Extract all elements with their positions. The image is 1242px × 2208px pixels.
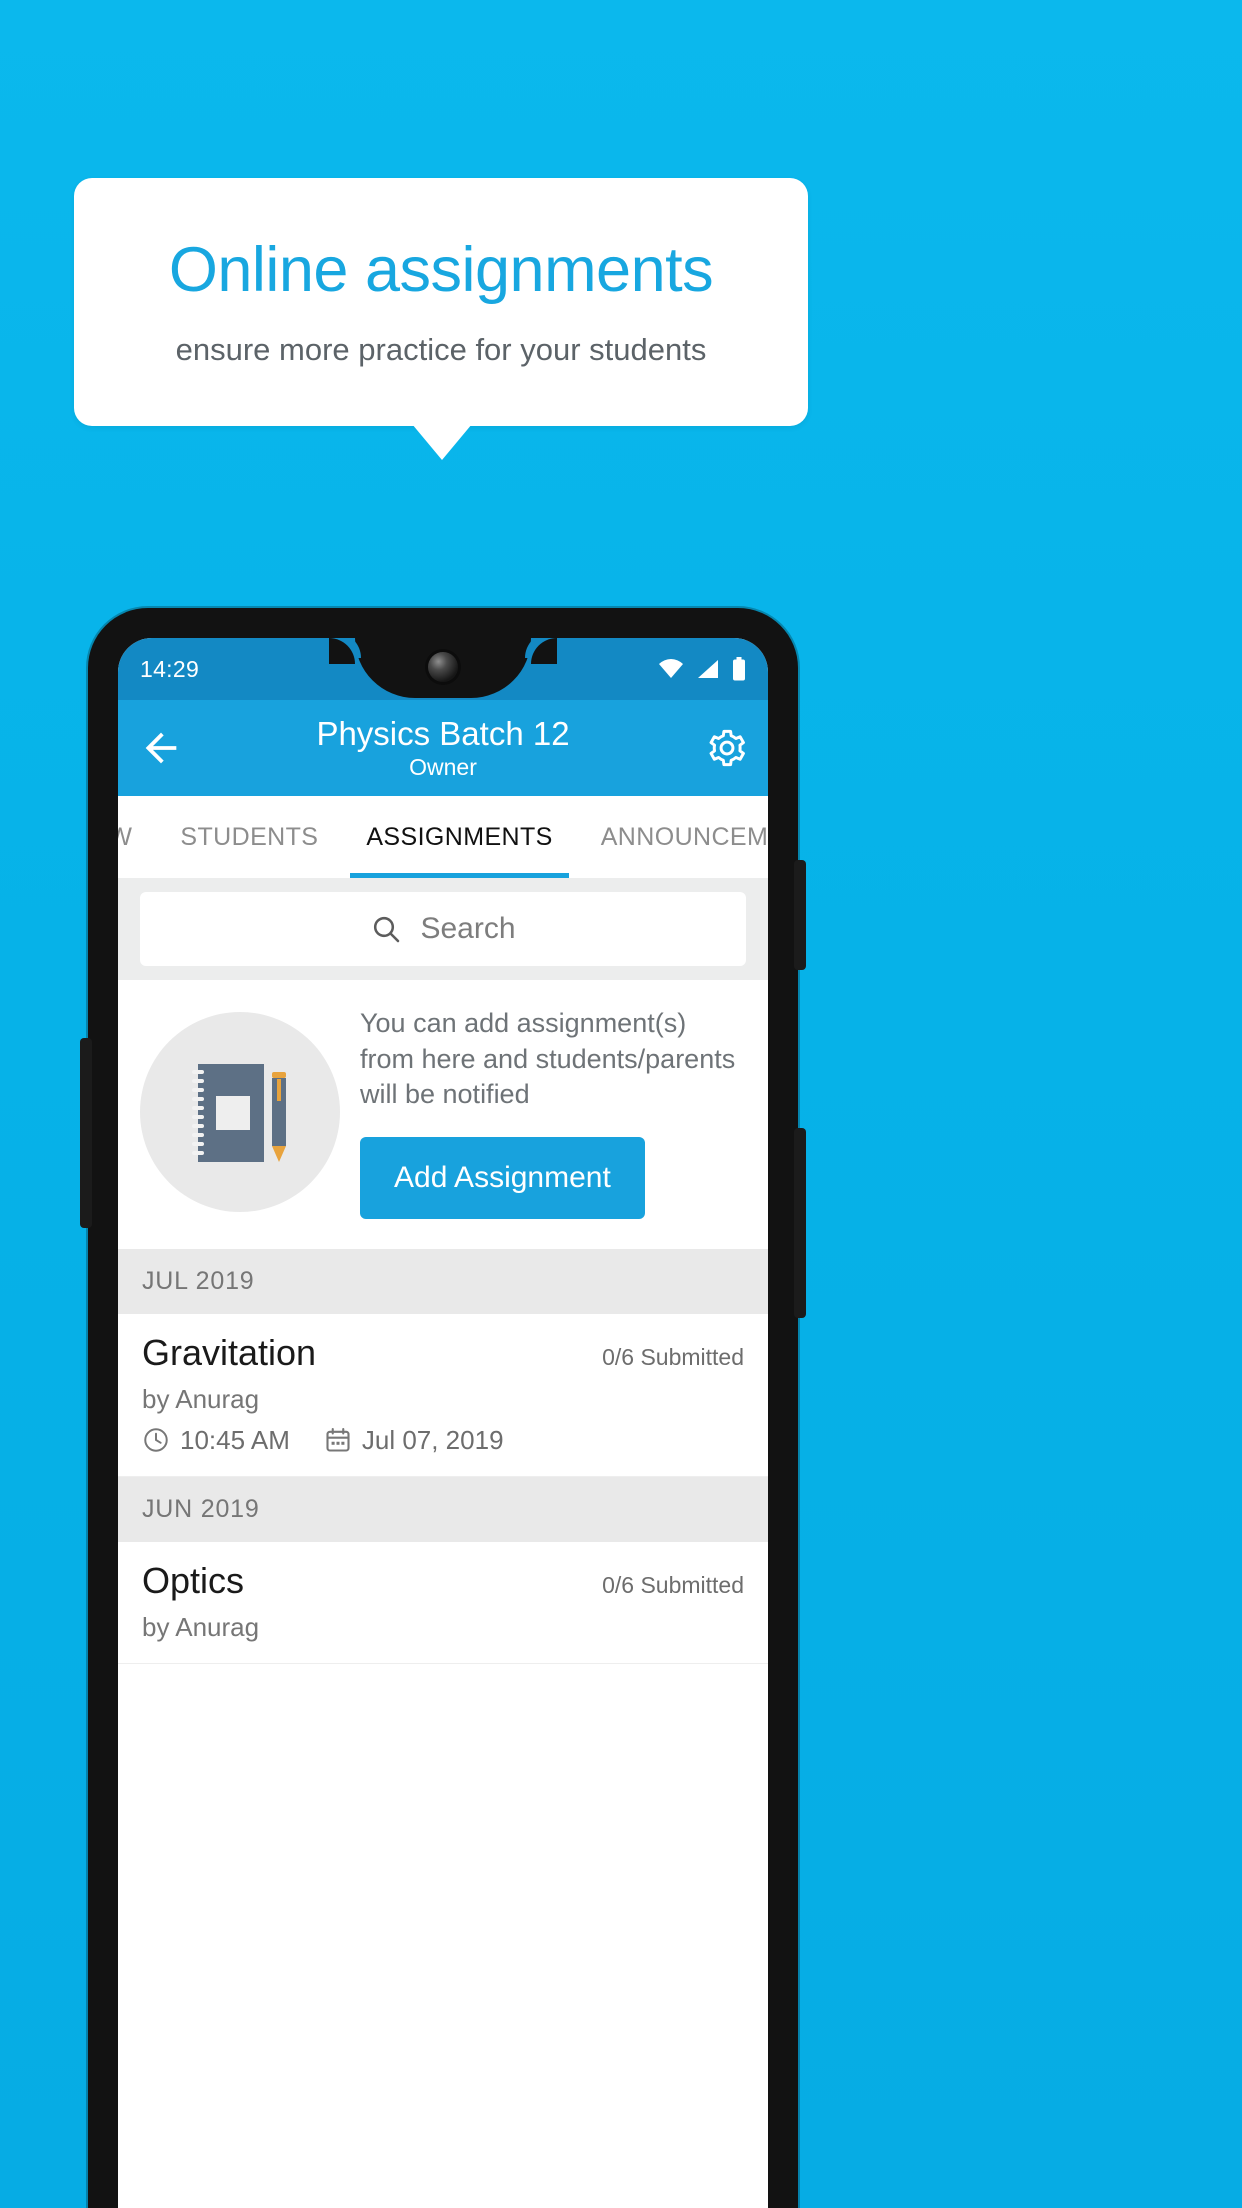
phone-screen: 14:29 Physics Batch 12 Owner W STUDENTS … [118, 638, 768, 2208]
assignment-meta: 10:45 AM Jul 07, 2019 [142, 1425, 744, 1456]
status-bar-icons [658, 657, 746, 681]
wifi-icon [659, 659, 683, 678]
gear-icon[interactable] [706, 727, 748, 769]
volume-button[interactable] [794, 1128, 806, 1318]
tab-assignments[interactable]: ASSIGNMENTS [342, 796, 576, 878]
empty-state-content: You can add assignment(s) from here and … [360, 1006, 746, 1219]
phone-device-frame: 14:29 Physics Batch 12 Owner W STUDENTS … [80, 608, 806, 2208]
assignment-author: by Anurag [142, 1383, 260, 1414]
assignment-author: by Anurag [142, 1611, 260, 1642]
search-input[interactable]: Search [140, 892, 746, 966]
app-bar: Physics Batch 12 Owner [118, 700, 768, 796]
status-bar: 14:29 [118, 638, 768, 700]
empty-state-card: You can add assignment(s) from here and … [118, 980, 768, 1249]
promo-callout-card: Online assignments ensure more practice … [74, 178, 808, 426]
promo-subtitle: ensure more practice for your students [175, 331, 707, 367]
assignment-row-top: Optics 0/6 Submitted [142, 1560, 744, 1602]
table-row[interactable]: Gravitation 0/6 Submitted by Anurag 10:4… [118, 1313, 768, 1477]
tab-bar: IEW STUDENTS ASSIGNMENTS ANNOUNCEM [118, 796, 768, 878]
assignment-date: Jul 07, 2019 [361, 1424, 504, 1455]
page-title: Physics Batch 12 [316, 714, 570, 752]
app-bar-titles: Physics Batch 12 Owner [118, 715, 768, 782]
month-header-jun: JUN 2019 [118, 1476, 768, 1542]
tab-students-label: STUDENTS [180, 822, 319, 851]
tab-assignments-label: ASSIGNMENTS [366, 822, 553, 851]
tab-announcements[interactable]: ANNOUNCEM [577, 796, 768, 878]
notebook-pen-icon [140, 1012, 340, 1213]
tab-announcements-label: ANNOUNCEM [600, 822, 768, 851]
tab-overview[interactable]: IEW [118, 796, 156, 878]
assignment-row-top: Gravitation 0/6 Submitted [142, 1332, 744, 1374]
status-bar-time: 14:29 [140, 655, 200, 682]
promo-title: Online assignments [168, 235, 714, 306]
back-arrow-icon[interactable] [138, 725, 184, 771]
front-camera-icon [428, 652, 458, 682]
month-header-jul: JUL 2019 [118, 1248, 768, 1314]
tab-overview-label: IEW [118, 822, 133, 851]
search-placeholder: Search [420, 912, 516, 945]
camera-notch [329, 638, 557, 698]
signal-icon [698, 660, 718, 678]
assignment-title: Gravitation [142, 1331, 317, 1373]
assignment-time: 10:45 AM [180, 1424, 290, 1455]
assistant-button[interactable] [80, 1038, 92, 1228]
assignment-title: Optics [142, 1559, 245, 1601]
callout-tail [412, 424, 472, 460]
search-icon [374, 916, 400, 943]
empty-state-message: You can add assignment(s) from here and … [360, 1008, 736, 1110]
add-assignment-button[interactable]: Add Assignment [360, 1136, 645, 1219]
table-row[interactable]: Optics 0/6 Submitted by Anurag [118, 1541, 768, 1664]
assignment-submitted-count: 0/6 Submitted [602, 1343, 744, 1370]
page-subtitle: Owner [409, 754, 477, 781]
clock-icon [144, 1428, 168, 1453]
assignment-submitted-count: 0/6 Submitted [602, 1571, 744, 1598]
battery-icon [733, 657, 745, 681]
tab-students[interactable]: STUDENTS [156, 796, 342, 878]
calendar-icon [326, 1428, 350, 1452]
power-button[interactable] [794, 860, 806, 970]
search-bar-container: Search [118, 878, 768, 980]
